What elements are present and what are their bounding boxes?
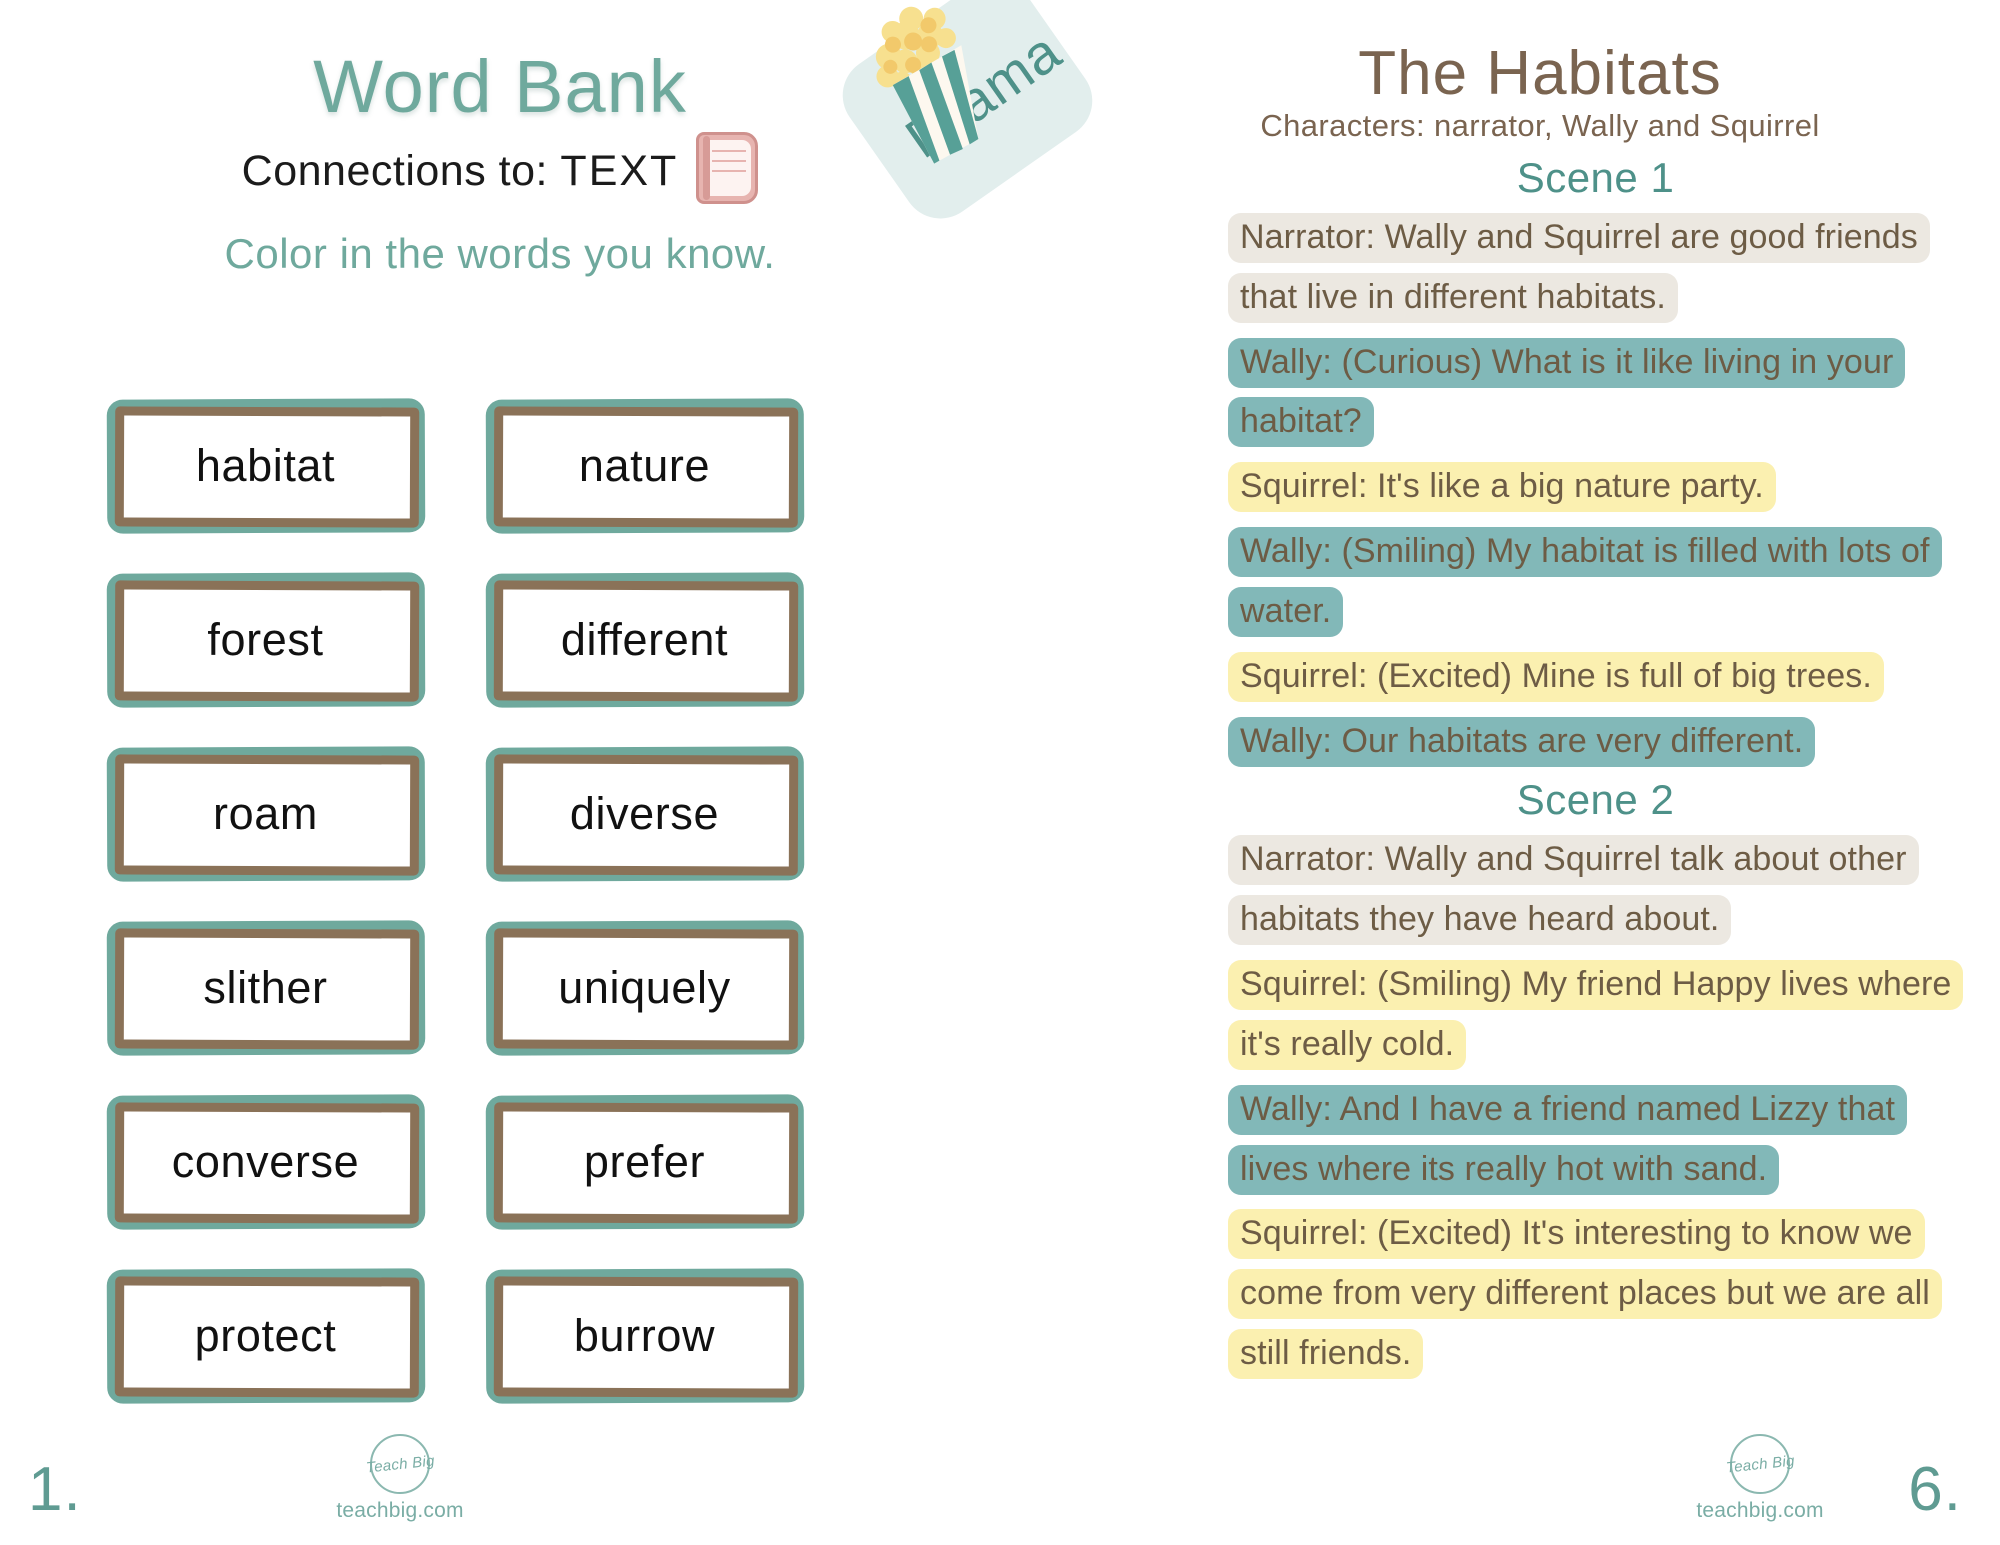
word-box[interactable]: different	[485, 572, 804, 708]
connections-prefix: Connections to:	[241, 147, 548, 196]
script-line: Narrator: Wally and Squirrel talk about …	[1228, 830, 1963, 950]
word-cell[interactable]: forest	[95, 554, 436, 726]
script-line: Wally: Our habitats are very different.	[1228, 712, 1963, 772]
word-box[interactable]: slither	[106, 920, 425, 1056]
brand-logo-right: Teach Big teachbig.com	[1670, 1434, 1850, 1523]
brand-mark-text: Teach Big	[364, 1451, 436, 1477]
word-label: prefer	[583, 1136, 706, 1187]
word-label: protect	[194, 1310, 337, 1361]
script-line-text: Wally: (Curious) What is it like living …	[1228, 337, 1906, 448]
word-box[interactable]: diverse	[485, 746, 804, 882]
connections-label: Connections to: TEXT	[242, 147, 679, 196]
word-box[interactable]: forest	[106, 572, 425, 708]
script-body: Scene 1 Narrator: Wally and Squirrel are…	[1228, 150, 1964, 1389]
word-label: uniquely	[558, 962, 731, 1013]
word-cell[interactable]: different	[474, 554, 815, 726]
brand-logo-left: Teach Big teachbig.com	[310, 1434, 490, 1523]
script-line-text: Squirrel: (Excited) It's interesting to …	[1228, 1209, 1942, 1380]
script-line: Wally: (Smiling) My habitat is filled wi…	[1228, 522, 1963, 642]
script-line: Wally: And I have a friend named Lizzy t…	[1228, 1080, 1963, 1200]
page-number-right: 6.	[1908, 1455, 1962, 1524]
word-label: roam	[213, 788, 318, 839]
word-cell[interactable]: protect	[95, 1250, 436, 1422]
word-box[interactable]: burrow	[485, 1268, 804, 1404]
script-line-text: Wally: Our habitats are very different.	[1228, 716, 1816, 767]
word-label: different	[560, 614, 729, 665]
script-title: The Habitats	[1358, 39, 1722, 108]
word-box[interactable]: prefer	[485, 1094, 804, 1230]
book-lines	[712, 149, 747, 152]
word-box[interactable]: habitat	[106, 398, 425, 534]
instruction-text: Color in the words you know.	[224, 229, 776, 277]
word-label: diverse	[569, 788, 720, 839]
script-line: Squirrel: It's like a big nature party.	[1228, 457, 1963, 517]
word-label: converse	[171, 1136, 360, 1187]
word-box[interactable]: protect	[106, 1268, 425, 1404]
script-line-text: Squirrel: It's like a big nature party.	[1228, 462, 1776, 513]
word-label: forest	[207, 614, 324, 665]
word-bank-grid: habitat nature forest different roam div…	[95, 380, 815, 1422]
script-line-text: Squirrel: (Excited) Mine is full of big …	[1228, 651, 1884, 702]
word-box[interactable]: uniquely	[485, 920, 804, 1056]
scene-heading: Scene 1	[1516, 154, 1675, 201]
word-cell[interactable]: prefer	[474, 1076, 815, 1248]
script-line-text: Wally: (Smiling) My habitat is filled wi…	[1228, 527, 1942, 637]
brand-circle-icon: Teach Big	[365, 1434, 435, 1494]
script-line-text: Squirrel: (Smiling) My friend Happy live…	[1228, 960, 1964, 1070]
script-line: Squirrel: (Smiling) My friend Happy live…	[1228, 955, 1964, 1075]
word-box[interactable]: converse	[106, 1094, 425, 1230]
word-cell[interactable]: habitat	[95, 380, 436, 552]
word-label: nature	[578, 440, 711, 491]
word-bank-page: Word Bank Connections to: TEXT Color in …	[0, 0, 1000, 1545]
script-line: Squirrel: (Excited) It's interesting to …	[1228, 1204, 1963, 1383]
word-box[interactable]: roam	[106, 746, 425, 882]
script-line: Narrator: Wally and Squirrel are good fr…	[1228, 208, 1963, 328]
brand-url-text: teachbig.com	[1696, 1499, 1824, 1522]
connections-row: Connections to: TEXT	[0, 131, 1000, 208]
scene-heading: Scene 2	[1516, 776, 1675, 824]
brand-mark-text: Teach Big	[1724, 1451, 1796, 1477]
word-cell[interactable]: roam	[95, 728, 436, 900]
word-box[interactable]: nature	[485, 398, 804, 534]
word-label: burrow	[573, 1310, 716, 1361]
word-cell[interactable]: slither	[95, 902, 436, 1074]
word-cell[interactable]: diverse	[474, 728, 815, 900]
brand-url-text: teachbig.com	[336, 1499, 464, 1522]
connections-target: TEXT	[560, 147, 679, 196]
word-cell[interactable]: converse	[95, 1076, 436, 1248]
script-characters: Characters: narrator, Wally and Squirrel	[1260, 108, 1820, 143]
script-line: Squirrel: (Excited) Mine is full of big …	[1228, 647, 1963, 707]
word-label: habitat	[195, 440, 336, 491]
word-cell[interactable]: nature	[474, 380, 815, 552]
script-line: Wally: (Curious) What is it like living …	[1228, 333, 1963, 453]
book-spine	[703, 135, 711, 200]
page-number-left: 1.	[28, 1455, 82, 1524]
script-line-text: Narrator: Wally and Squirrel are good fr…	[1228, 213, 1930, 323]
word-cell[interactable]: burrow	[474, 1250, 815, 1422]
word-cell[interactable]: uniquely	[474, 902, 815, 1074]
script-line-text: Wally: And I have a friend named Lizzy t…	[1228, 1084, 1908, 1195]
brand-circle-icon: Teach Big	[1725, 1434, 1795, 1494]
book-pages	[706, 139, 752, 196]
script-line-text: Narrator: Wally and Squirrel talk about …	[1228, 835, 1919, 946]
book-icon	[696, 131, 759, 204]
word-label: slither	[203, 962, 328, 1013]
